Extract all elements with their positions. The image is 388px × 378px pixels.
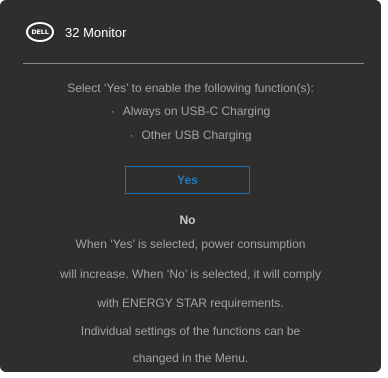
prompt-text: Select ‘Yes’ to enable the following fun…: [67, 81, 314, 95]
function-label: Always on USB-C Charging: [122, 104, 271, 118]
function-item: · Always on USB-C Charging: [0, 103, 381, 119]
no-button[interactable]: No: [125, 206, 250, 234]
info-line: When ‘Yes’ is selected, power consumptio…: [75, 237, 306, 251]
info-line: with ENERGY STAR requirements.: [97, 296, 284, 310]
info-line: changed in the Menu.: [132, 351, 249, 365]
function-item: · Other USB Charging: [0, 127, 381, 143]
dialog-header: DELL 32 Monitor: [0, 0, 381, 64]
function-label: Other USB Charging: [141, 128, 252, 142]
header-divider: [23, 63, 364, 64]
logo-text: DELL: [31, 28, 49, 36]
dell-logo-icon: DELL: [26, 22, 54, 42]
yes-button[interactable]: Yes: [125, 166, 250, 194]
info-line: will increase. When ‘No’ is selected, it…: [60, 267, 321, 281]
bullet-icon: ·: [129, 128, 134, 142]
info-line: Individual settings of the functions can…: [80, 324, 301, 338]
bullet-icon: ·: [110, 104, 115, 118]
yes-button-label: Yes: [177, 173, 198, 187]
osd-dialog: DELL 32 Monitor Select ‘Yes’ to enable t…: [0, 0, 381, 372]
monitor-title: 32 Monitor: [65, 25, 127, 40]
no-button-label: No: [179, 213, 196, 227]
